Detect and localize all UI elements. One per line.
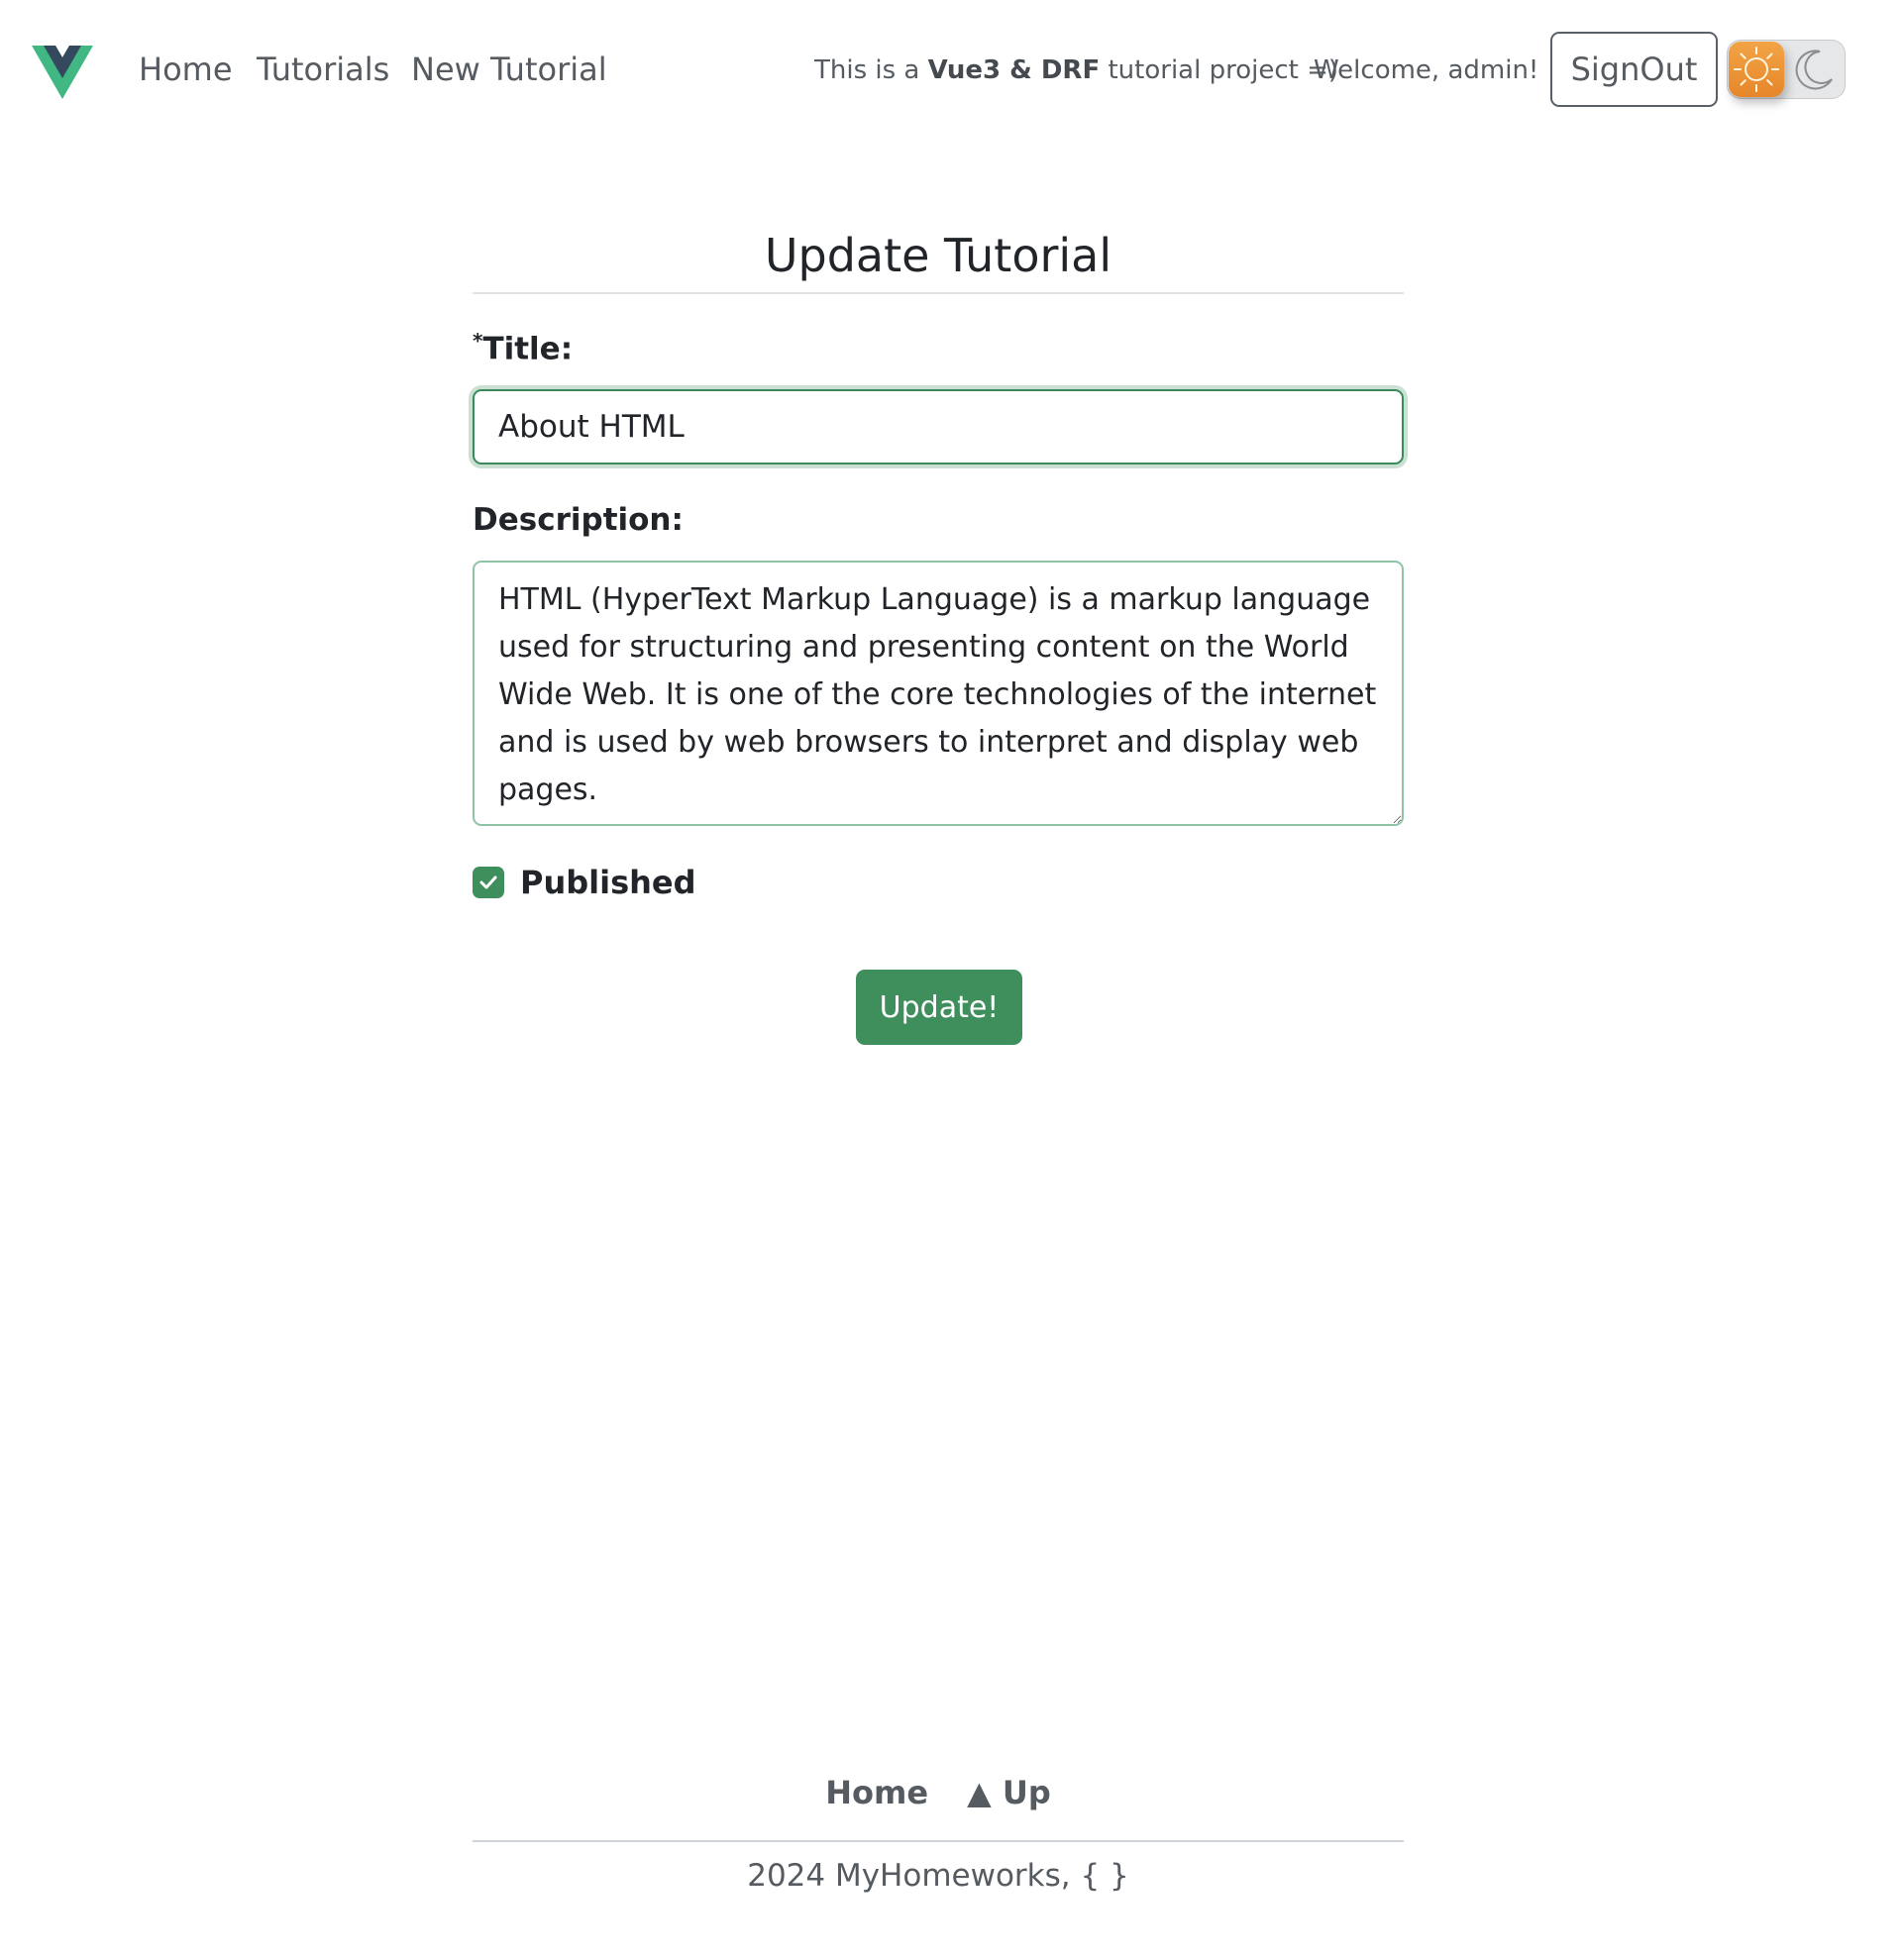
checkmark-icon	[479, 876, 497, 889]
nav-link-tutorials[interactable]: Tutorials	[257, 50, 389, 89]
tagline-prefix: This is a	[814, 55, 928, 85]
nav-link-home[interactable]: Home	[139, 50, 233, 89]
nav-link-new-tutorial[interactable]: New Tutorial	[411, 50, 607, 89]
update-button[interactable]: Update!	[856, 970, 1022, 1045]
footer-divider	[473, 1840, 1404, 1842]
copyright-text: 2024 MyHomeworks, { }	[747, 1858, 1129, 1894]
project-tagline: This is a Vue3 & DRF tutorial project =)	[814, 53, 1338, 87]
title-label-text: Title:	[482, 331, 574, 367]
published-checkbox[interactable]	[473, 867, 504, 898]
moon-icon	[1792, 48, 1836, 91]
footer-up-link[interactable]: ▲ Up	[967, 1774, 1051, 1811]
title-divider	[473, 292, 1404, 294]
page-title: Update Tutorial	[764, 229, 1112, 282]
signout-button[interactable]: SignOut	[1550, 32, 1718, 107]
title-input[interactable]	[473, 389, 1404, 464]
navbar: Home Tutorials New Tutorial This is a Vu…	[0, 0, 1904, 139]
description-textarea[interactable]: HTML (HyperText Markup Language) is a ma…	[473, 561, 1404, 826]
title-label: *Title:	[473, 329, 573, 366]
published-label[interactable]: Published	[520, 863, 696, 902]
description-label: Description:	[473, 502, 684, 538]
tagline-suffix: tutorial project =)	[1100, 55, 1339, 85]
sun-icon	[1729, 42, 1784, 97]
vue-logo-icon[interactable]	[32, 46, 93, 99]
required-mark: *	[473, 329, 483, 353]
footer-links: Home ▲ Up	[473, 1773, 1404, 1812]
welcome-text: Welcome, admin!	[1314, 55, 1539, 85]
tagline-bold: Vue3 & DRF	[927, 55, 1101, 85]
theme-toggle[interactable]	[1727, 40, 1846, 99]
footer-home-link[interactable]: Home	[825, 1774, 928, 1811]
